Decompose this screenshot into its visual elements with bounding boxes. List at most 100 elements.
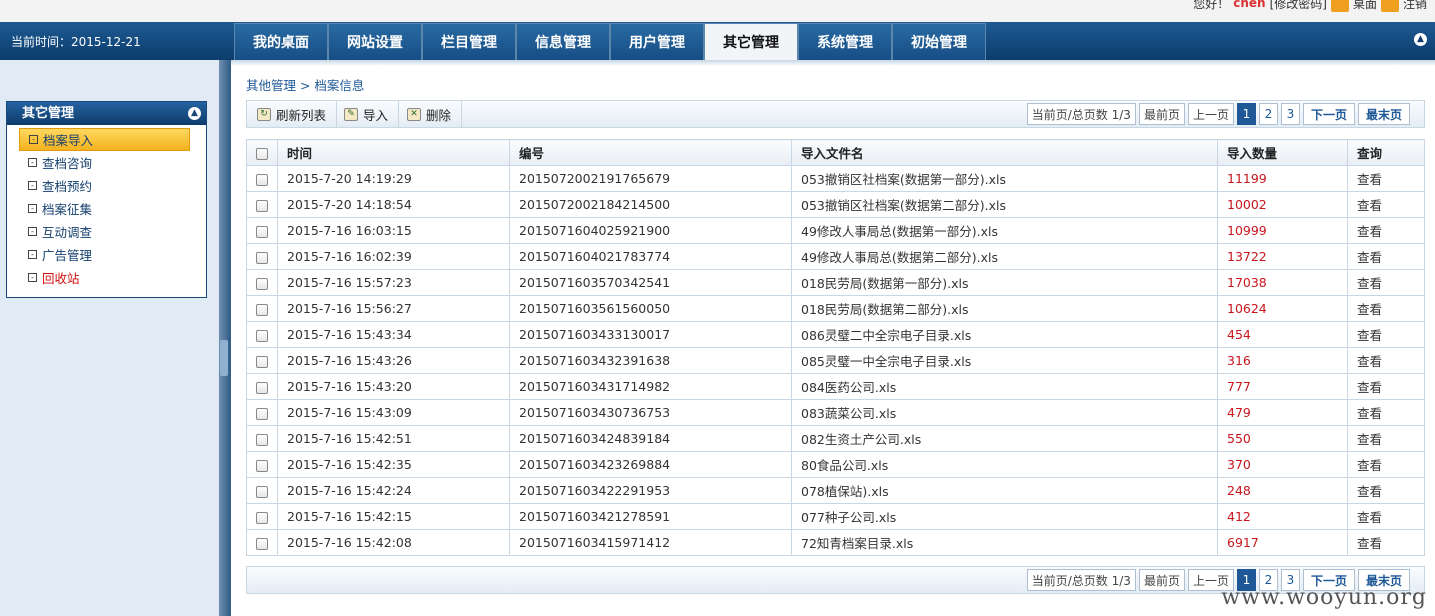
expand-icon: -: [28, 273, 37, 282]
page-1-button[interactable]: 1: [1236, 103, 1256, 125]
cell-filename: 018民劳局(数据第一部分).xls: [791, 269, 1218, 296]
next-page-button[interactable]: 下一页: [1302, 103, 1355, 125]
sidebar-item-survey[interactable]: - 互动调查: [7, 220, 206, 243]
pager-top: 当前页/总页数 1/3 最前页 上一页 1 2 3 下一页 最末页: [1024, 103, 1410, 125]
cell-time: 2015-7-16 15:42:35: [277, 451, 510, 478]
select-all-checkbox[interactable]: [256, 147, 268, 160]
table-row[interactable]: 2015-7-16 15:43:20 2015071603431714982 084…: [246, 373, 1425, 400]
row-checkbox[interactable]: [256, 381, 268, 394]
tab-user-management[interactable]: 用户管理: [610, 23, 704, 60]
sidebar-item-archive-import[interactable]: - 档案导入: [19, 128, 190, 151]
tab-site-settings[interactable]: 网站设置: [328, 23, 422, 60]
row-select-cell: [246, 295, 278, 322]
row-checkbox[interactable]: [256, 355, 268, 368]
row-checkbox[interactable]: [256, 433, 268, 446]
table-row[interactable]: 2015-7-16 15:43:34 2015071603433130017 086…: [246, 321, 1425, 348]
cell-filename: 078植保站).xls: [791, 477, 1218, 504]
row-checkbox[interactable]: [256, 485, 268, 498]
table-row[interactable]: 2015-7-16 15:43:09 2015071603430736753 083…: [246, 399, 1425, 426]
view-link[interactable]: 查看: [1347, 529, 1425, 556]
table-row[interactable]: 2015-7-20 14:18:54 2015072002184214500 053…: [246, 191, 1425, 218]
tab-init-management[interactable]: 初始管理: [892, 23, 986, 60]
row-checkbox[interactable]: [256, 251, 268, 264]
table-row[interactable]: 2015-7-16 16:03:15 2015071604025921900 49修…: [246, 217, 1425, 244]
logout-link[interactable]: 注销: [1403, 0, 1427, 12]
desktop-link[interactable]: 桌面: [1353, 0, 1377, 12]
sidebar-collapse-icon[interactable]: ▲: [188, 107, 201, 120]
page-2-button[interactable]: 2: [1258, 103, 1278, 125]
view-link[interactable]: 查看: [1347, 373, 1425, 400]
first-page-button[interactable]: 最前页: [1138, 569, 1185, 591]
collapse-header-icon[interactable]: ▲: [1414, 33, 1427, 46]
row-checkbox[interactable]: [256, 407, 268, 420]
view-link[interactable]: 查看: [1347, 217, 1425, 244]
splitter-grip-icon[interactable]: [220, 340, 228, 376]
col-number[interactable]: 编号: [509, 139, 792, 166]
tab-system-management[interactable]: 系统管理: [798, 23, 892, 60]
refresh-button[interactable]: ↻ 刷新列表: [247, 101, 338, 128]
sidebar-splitter[interactable]: [219, 60, 231, 616]
cell-filename: 49修改人事局总(数据第一部分).xls: [791, 217, 1218, 244]
row-checkbox[interactable]: [256, 537, 268, 550]
view-link[interactable]: 查看: [1347, 347, 1425, 374]
view-link[interactable]: 查看: [1347, 451, 1425, 478]
col-query[interactable]: 查询: [1347, 139, 1425, 166]
row-select-cell: [246, 269, 278, 296]
row-checkbox[interactable]: [256, 511, 268, 524]
col-filename[interactable]: 导入文件名: [791, 139, 1218, 166]
view-link[interactable]: 查看: [1347, 399, 1425, 426]
cell-count: 10002: [1217, 191, 1348, 218]
row-checkbox[interactable]: [256, 459, 268, 472]
first-page-button[interactable]: 最前页: [1138, 103, 1185, 125]
cell-count: 479: [1217, 399, 1348, 426]
view-link[interactable]: 查看: [1347, 321, 1425, 348]
sidebar-item-ads[interactable]: - 广告管理: [7, 243, 206, 266]
table-row[interactable]: 2015-7-16 16:02:39 2015071604021783774 49修…: [246, 243, 1425, 270]
view-link[interactable]: 查看: [1347, 295, 1425, 322]
row-checkbox[interactable]: [256, 199, 268, 212]
view-link[interactable]: 查看: [1347, 477, 1425, 504]
row-checkbox[interactable]: [256, 303, 268, 316]
change-password-link[interactable]: [修改密码]: [1270, 0, 1327, 12]
view-link[interactable]: 查看: [1347, 165, 1425, 192]
table-row[interactable]: 2015-7-16 15:42:24 2015071603422291953 078…: [246, 477, 1425, 504]
last-page-button[interactable]: 最末页: [1357, 103, 1410, 125]
row-checkbox[interactable]: [256, 173, 268, 186]
row-checkbox[interactable]: [256, 329, 268, 342]
breadcrumb[interactable]: 其他管理 > 档案信息: [246, 75, 364, 94]
sidebar-item-archive-reservation[interactable]: - 查档预约: [7, 174, 206, 197]
sidebar-item-archive-consult[interactable]: - 查档咨询: [7, 151, 206, 174]
table-row[interactable]: 2015-7-16 15:56:27 2015071603561560050 018…: [246, 295, 1425, 322]
logout-icon[interactable]: [1380, 0, 1399, 12]
view-link[interactable]: 查看: [1347, 269, 1425, 296]
col-count[interactable]: 导入数量: [1217, 139, 1348, 166]
sidebar-item-archive-collection[interactable]: - 档案征集: [7, 197, 206, 220]
table-row[interactable]: 2015-7-20 14:19:29 2015072002191765679 053…: [246, 165, 1425, 192]
table-row[interactable]: 2015-7-16 15:42:51 2015071603424839184 082…: [246, 425, 1425, 452]
view-link[interactable]: 查看: [1347, 503, 1425, 530]
sidebar-item-recycle-bin[interactable]: - 回收站: [7, 266, 206, 289]
table-row[interactable]: 2015-7-16 15:42:08 2015071603415971412 72知…: [246, 529, 1425, 556]
tab-other-management[interactable]: 其它管理: [704, 23, 798, 60]
delete-button[interactable]: ✕ 删除: [397, 101, 463, 128]
col-time[interactable]: 时间: [277, 139, 510, 166]
table-row[interactable]: 2015-7-16 15:43:26 2015071603432391638 085…: [246, 347, 1425, 374]
cell-number: 2015071603433130017: [509, 321, 792, 348]
import-button[interactable]: ✎ 导入: [334, 101, 400, 128]
tab-desktop[interactable]: 我的桌面: [234, 23, 328, 60]
cell-count: 10624: [1217, 295, 1348, 322]
desktop-icon[interactable]: [1330, 0, 1349, 12]
table-row[interactable]: 2015-7-16 15:42:35 2015071603423269884 80食…: [246, 451, 1425, 478]
view-link[interactable]: 查看: [1347, 191, 1425, 218]
view-link[interactable]: 查看: [1347, 243, 1425, 270]
row-checkbox[interactable]: [256, 225, 268, 238]
tab-column-management[interactable]: 栏目管理: [422, 23, 516, 60]
page-3-button[interactable]: 3: [1280, 103, 1300, 125]
row-checkbox[interactable]: [256, 277, 268, 290]
table-row[interactable]: 2015-7-16 15:57:23 2015071603570342541 018…: [246, 269, 1425, 296]
expand-icon: -: [28, 181, 37, 190]
table-row[interactable]: 2015-7-16 15:42:15 2015071603421278591 077…: [246, 503, 1425, 530]
view-link[interactable]: 查看: [1347, 425, 1425, 452]
prev-page-button[interactable]: 上一页: [1187, 103, 1234, 125]
tab-info-management[interactable]: 信息管理: [516, 23, 610, 60]
